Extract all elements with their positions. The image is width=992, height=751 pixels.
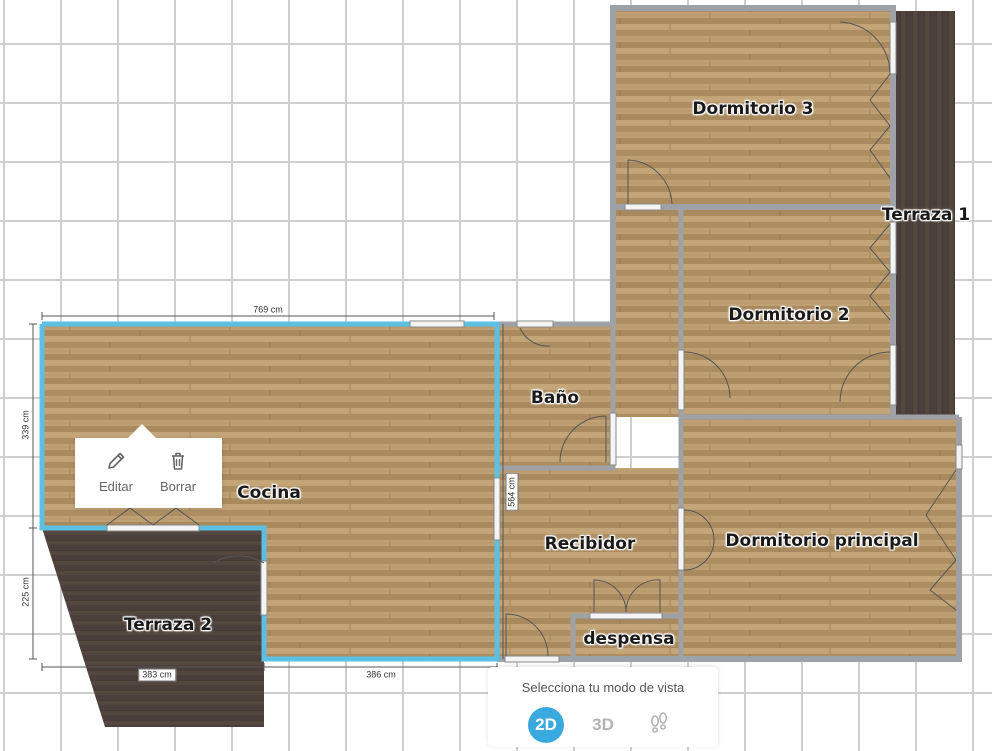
mode-2d-button[interactable]: 2D [528, 707, 564, 743]
hallway-floor[interactable] [613, 207, 681, 417]
trash-icon [172, 452, 184, 470]
pencil-icon [108, 452, 125, 469]
view-mode-title: Selecciona tu modo de vista [521, 680, 685, 695]
room-label-dormitorio-principal[interactable]: Dormitorio principal [725, 531, 918, 551]
room-label-terraza2[interactable]: Terraza 2 [124, 615, 212, 635]
room-label-despensa[interactable]: despensa [583, 629, 674, 649]
dimension-mid-height: 564 cm [505, 473, 519, 511]
dimension-left-height: 339 cm [20, 410, 31, 440]
footprints-icon [651, 712, 668, 733]
room-label-cocina[interactable]: Cocina [237, 483, 301, 503]
dimension-bottom-width: 386 cm [366, 669, 396, 680]
room-label-terraza1[interactable]: Terraza 1 [882, 205, 970, 225]
view-mode-panel: Selecciona tu modo de vista 2D 3D [488, 667, 718, 747]
mode-3d-button[interactable]: 3D [585, 707, 621, 743]
dimension-terrace-height: 225 cm [20, 577, 31, 607]
room-label-dormitorio2[interactable]: Dormitorio 2 [728, 305, 849, 325]
room-label-dormitorio3[interactable]: Dormitorio 3 [692, 99, 813, 119]
dimension-terrace-width: 383 cm [138, 668, 176, 682]
cocina-floor-lower[interactable] [264, 528, 497, 659]
context-menu: Editar Borrar [75, 424, 222, 508]
delete-label: Borrar [159, 479, 197, 494]
room-label-bano[interactable]: Baño [531, 388, 579, 408]
delete-button[interactable]: Borrar [148, 450, 208, 494]
mode-walk-button[interactable] [641, 707, 677, 743]
edit-button[interactable]: Editar [86, 450, 146, 494]
room-label-recibidor[interactable]: Recibidor [545, 534, 636, 554]
dimension-top-width: 769 cm [253, 304, 283, 315]
edit-label: Editar [99, 479, 133, 494]
